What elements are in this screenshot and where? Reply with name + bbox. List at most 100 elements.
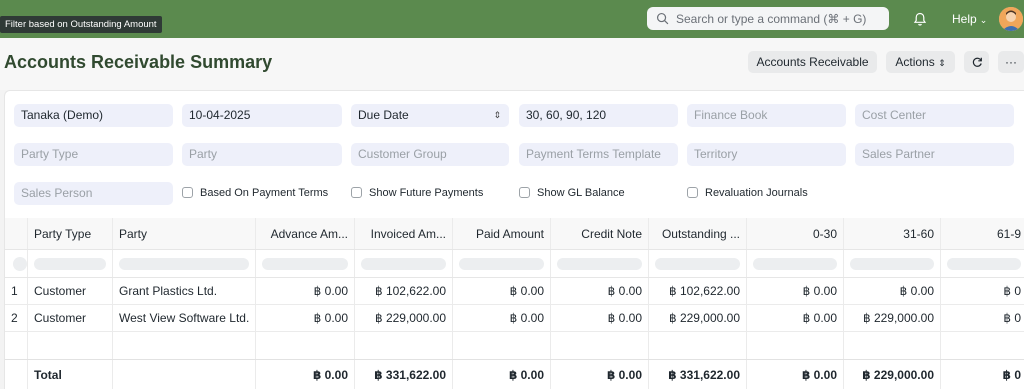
- table-cell[interactable]: ฿ 0: [941, 305, 1024, 331]
- column-filter-input[interactable]: [747, 250, 844, 277]
- column-filter-input[interactable]: [256, 250, 355, 277]
- column-header[interactable]: 0-30: [747, 218, 844, 249]
- table-cell[interactable]: ฿ 102,622.00: [355, 278, 453, 304]
- cost-center-field[interactable]: Cost Center: [855, 104, 1014, 127]
- total-row: Total ฿ 0.00 ฿ 331,622.00 ฿ 0.00 ฿ 0.00 …: [5, 359, 1024, 389]
- table-cell[interactable]: ฿ 0.00: [551, 305, 649, 331]
- notification-bell-icon[interactable]: [912, 11, 928, 27]
- total-cell: [5, 360, 28, 389]
- page-title: Accounts Receivable Summary: [4, 52, 273, 72]
- total-cell: ฿ 0.00: [453, 360, 551, 389]
- table-cell[interactable]: ฿ 0.00: [453, 278, 551, 304]
- actions-button[interactable]: Actions ⇕: [886, 51, 955, 73]
- accounts-receivable-button[interactable]: Accounts Receivable: [748, 51, 877, 73]
- table-row[interactable]: 1 Customer Grant Plastics Ltd. ฿ 0.00 ฿ …: [5, 278, 1024, 305]
- table-cell[interactable]: ฿ 0.00: [747, 305, 844, 331]
- column-filter-input[interactable]: [649, 250, 747, 277]
- row-select-toggle[interactable]: [5, 250, 28, 277]
- help-menu[interactable]: Help ⌄: [952, 12, 987, 26]
- finance-book-field[interactable]: Finance Book: [687, 104, 846, 127]
- table-cell[interactable]: ฿ 0.00: [256, 305, 355, 331]
- total-cell: ฿ 0.00: [256, 360, 355, 389]
- ageing-ranges-field[interactable]: 30, 60, 90, 120: [519, 104, 678, 127]
- column-filter-input[interactable]: [355, 250, 453, 277]
- table-cell[interactable]: ฿ 102,622.00: [649, 278, 747, 304]
- company-field[interactable]: Tanaka (Demo): [14, 104, 173, 127]
- column-filter-input[interactable]: [844, 250, 941, 277]
- search-placeholder: Search or type a command (⌘ + G): [676, 12, 867, 26]
- table-cell[interactable]: Customer: [28, 305, 113, 331]
- column-filter-input[interactable]: [551, 250, 649, 277]
- checkbox-label: Show Future Payments: [369, 187, 484, 199]
- sales-person-field[interactable]: Sales Person: [14, 182, 173, 205]
- column-header[interactable]: 31-60: [844, 218, 941, 249]
- table-cell[interactable]: ฿ 0.00: [453, 305, 551, 331]
- territory-field[interactable]: Territory: [687, 143, 846, 166]
- column-header[interactable]: Outstanding ...: [649, 218, 747, 249]
- help-label: Help: [952, 12, 977, 26]
- ageing-based-on-value: Due Date: [358, 108, 409, 122]
- empty-row-area: [5, 332, 1024, 359]
- table-cell[interactable]: ฿ 229,000.00: [355, 305, 453, 331]
- sales-partner-field[interactable]: Sales Partner: [855, 143, 1014, 166]
- checkbox-label: Revaluation Journals: [705, 187, 808, 199]
- column-filter-input[interactable]: [941, 250, 1024, 277]
- chevron-down-icon: ⌄: [979, 15, 988, 25]
- refresh-button[interactable]: [964, 51, 989, 73]
- select-arrows-icon: ⇕: [493, 110, 501, 120]
- table-cell[interactable]: ฿ 0: [941, 278, 1024, 304]
- ageing-based-on-select[interactable]: Due Date ⇕: [351, 104, 509, 127]
- select-arrows-icon: ⇕: [938, 58, 946, 68]
- report-table: Party Type Party Advance Am... Invoiced …: [5, 218, 1024, 389]
- search-icon: [656, 12, 669, 25]
- table-cell[interactable]: ฿ 0.00: [844, 278, 941, 304]
- payment-terms-template-field[interactable]: Payment Terms Template: [519, 143, 678, 166]
- party-field[interactable]: Party: [182, 143, 342, 166]
- table-cell[interactable]: ฿ 0.00: [551, 278, 649, 304]
- show-future-payments-checkbox[interactable]: Show Future Payments: [351, 186, 483, 200]
- table-row[interactable]: 2 Customer West View Software Ltd. ฿ 0.0…: [5, 305, 1024, 332]
- report-date-field[interactable]: 10-04-2025: [182, 104, 342, 127]
- actions-label: Actions: [895, 55, 935, 69]
- row-index: 2: [5, 305, 28, 331]
- column-header[interactable]: Advance Am...: [256, 218, 355, 249]
- tooltip: Filter based on Outstanding Amount: [0, 16, 162, 33]
- customer-group-field[interactable]: Customer Group: [351, 143, 509, 166]
- total-cell: [113, 360, 256, 389]
- based-on-payment-terms-checkbox[interactable]: Based On Payment Terms: [182, 186, 328, 200]
- table-cell[interactable]: Customer: [28, 278, 113, 304]
- page-head: Accounts Receivable Summary Accounts Rec…: [0, 38, 1024, 90]
- table-cell[interactable]: ฿ 229,000.00: [844, 305, 941, 331]
- column-filter-input[interactable]: [453, 250, 551, 277]
- column-filter-row: [5, 250, 1024, 278]
- column-header[interactable]: Paid Amount: [453, 218, 551, 249]
- checkbox-label: Show GL Balance: [537, 187, 625, 199]
- checkbox-box: [182, 187, 193, 198]
- refresh-icon: [972, 57, 982, 67]
- column-filter-input[interactable]: [28, 250, 113, 277]
- table-cell[interactable]: Grant Plastics Ltd.: [113, 278, 256, 304]
- search-input[interactable]: Search or type a command (⌘ + G): [647, 7, 889, 30]
- checkbox-label: Based On Payment Terms: [200, 187, 329, 199]
- show-gl-balance-checkbox[interactable]: Show GL Balance: [519, 186, 625, 200]
- column-header[interactable]: Invoiced Am...: [355, 218, 453, 249]
- party-type-field[interactable]: Party Type: [14, 143, 173, 166]
- select-all-icon: [13, 256, 27, 271]
- more-button[interactable]: ···: [998, 51, 1024, 73]
- table-cell[interactable]: ฿ 229,000.00: [649, 305, 747, 331]
- column-header[interactable]: Party: [113, 218, 256, 249]
- column-header[interactable]: Party Type: [28, 218, 113, 249]
- total-cell: ฿ 0.00: [551, 360, 649, 389]
- avatar[interactable]: [999, 7, 1023, 31]
- table-cell[interactable]: ฿ 0.00: [256, 278, 355, 304]
- total-cell: ฿ 0.00: [747, 360, 844, 389]
- revaluation-journals-checkbox[interactable]: Revaluation Journals: [687, 186, 808, 200]
- row-index: 1: [5, 278, 28, 304]
- table-cell[interactable]: West View Software Ltd.: [113, 305, 256, 331]
- column-header: [5, 218, 28, 249]
- column-header[interactable]: Credit Note: [551, 218, 649, 249]
- column-header[interactable]: 61-9: [941, 218, 1024, 249]
- table-cell[interactable]: ฿ 0.00: [747, 278, 844, 304]
- column-filter-input[interactable]: [113, 250, 256, 277]
- total-cell: ฿ 331,622.00: [649, 360, 747, 389]
